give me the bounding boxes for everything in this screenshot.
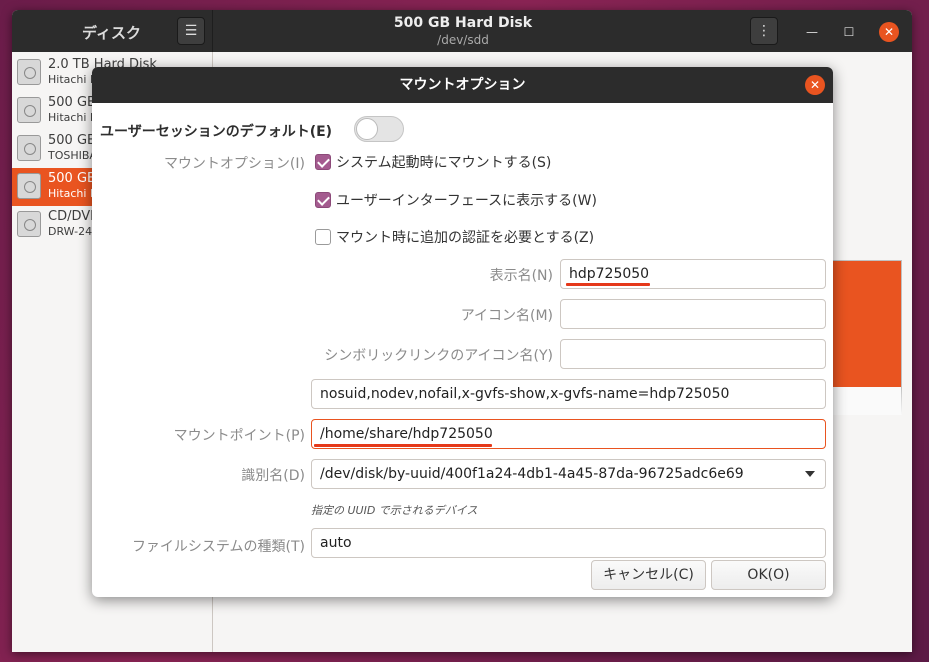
sidebar-header: ディスク ☰ [12,10,213,52]
highlight-underline [314,444,492,447]
hamburger-icon: ☰ [184,23,198,39]
symbolic-icon-label: シンボリックリンクのアイコン名(Y) [324,348,553,364]
fs-type-label: ファイルシステムの種類(T) [131,539,305,555]
icon-name-label: アイコン名(M) [460,308,553,324]
require-auth-option[interactable]: マウント時に追加の認証を必要とする(Z) [315,227,594,247]
dialog-close-button[interactable]: ✕ [805,75,825,95]
user-session-default-label: ユーザーセッションのデフォルト(E) [100,124,333,140]
symbolic-icon-field[interactable] [560,339,826,369]
dialog-header: マウントオプション ✕ [92,67,833,103]
mount-options-field[interactable]: nosuid,nodev,nofail,x-gvfs-show,x-gvfs-n… [311,379,826,409]
mount-options-label: マウントオプション(I) [163,156,305,172]
mount-point-label: マウントポイント(P) [173,428,305,444]
maximize-icon: ☐ [843,25,855,39]
show-in-ui-option[interactable]: ユーザーインターフェースに表示する(W) [315,190,597,210]
identify-as-value: /dev/disk/by-uuid/400f1a24-4db1-4a45-87d… [320,466,744,482]
identify-hint: 指定の UUID で示されるデバイス [311,504,478,517]
identify-as-combo[interactable]: /dev/disk/by-uuid/400f1a24-4db1-4a45-87d… [311,459,826,489]
mount-at-startup-option[interactable]: システム起動時にマウントする(S) [315,152,551,172]
checkbox-label: マウント時に追加の認証を必要とする(Z) [336,230,595,246]
symbolic-icon-input[interactable] [569,340,825,368]
switch-knob [356,118,378,140]
kebab-menu-icon: ⋮ [757,23,771,39]
checkbox-label: ユーザーインターフェースに表示する(W) [336,193,597,209]
headerbar: ディスク ☰ 500 GB Hard Disk /dev/sdd ⋮ — ☐ ✕ [12,10,912,52]
identify-as-label: 識別名(D) [241,468,305,484]
user-session-default-switch[interactable] [354,116,404,142]
hard-disk-icon [17,173,41,199]
dialog-title: マウントオプション [399,77,526,93]
window-subtitle: /dev/sdd [437,33,489,47]
hard-disk-icon [17,97,41,123]
mount-point-value: /home/share/hdp725050 [320,426,493,442]
mount-options-value: nosuid,nodev,nofail,x-gvfs-show,x-gvfs-n… [320,386,730,402]
icon-name-input[interactable] [569,300,825,328]
menu-button[interactable]: ☰ [177,17,205,45]
icon-name-field[interactable] [560,299,826,329]
highlight-underline [566,283,650,286]
close-icon: ✕ [809,78,821,92]
fs-type-field[interactable]: auto [311,528,826,558]
minimize-icon: — [806,25,818,39]
require-auth-checkbox[interactable] [315,229,331,245]
display-name-label: 表示名(N) [489,268,553,284]
fs-type-value: auto [320,535,352,551]
maximize-button[interactable]: ☐ [839,22,859,42]
mount-options-dialog: マウントオプション ✕ ユーザーセッションのデフォルト(E) マウントオプション… [92,67,833,597]
mount-at-startup-checkbox[interactable] [315,154,331,170]
close-icon: ✕ [883,25,895,39]
cancel-button[interactable]: キャンセル(C) [591,560,706,590]
hard-disk-icon [17,59,41,85]
checkbox-label: システム起動時にマウントする(S) [336,155,552,171]
sidebar-title: ディスク [82,24,141,42]
show-in-ui-checkbox[interactable] [315,192,331,208]
drive-menu-button[interactable]: ⋮ [750,17,778,45]
window-title: 500 GB Hard Disk [393,15,533,31]
optical-drive-icon [17,211,41,237]
display-name-value: hdp725050 [569,266,650,282]
ok-button[interactable]: OK(O) [711,560,826,590]
hard-disk-icon [17,135,41,161]
minimize-button[interactable]: — [802,22,822,42]
dropdown-arrow-icon [805,471,815,477]
close-window-button[interactable]: ✕ [879,22,899,42]
